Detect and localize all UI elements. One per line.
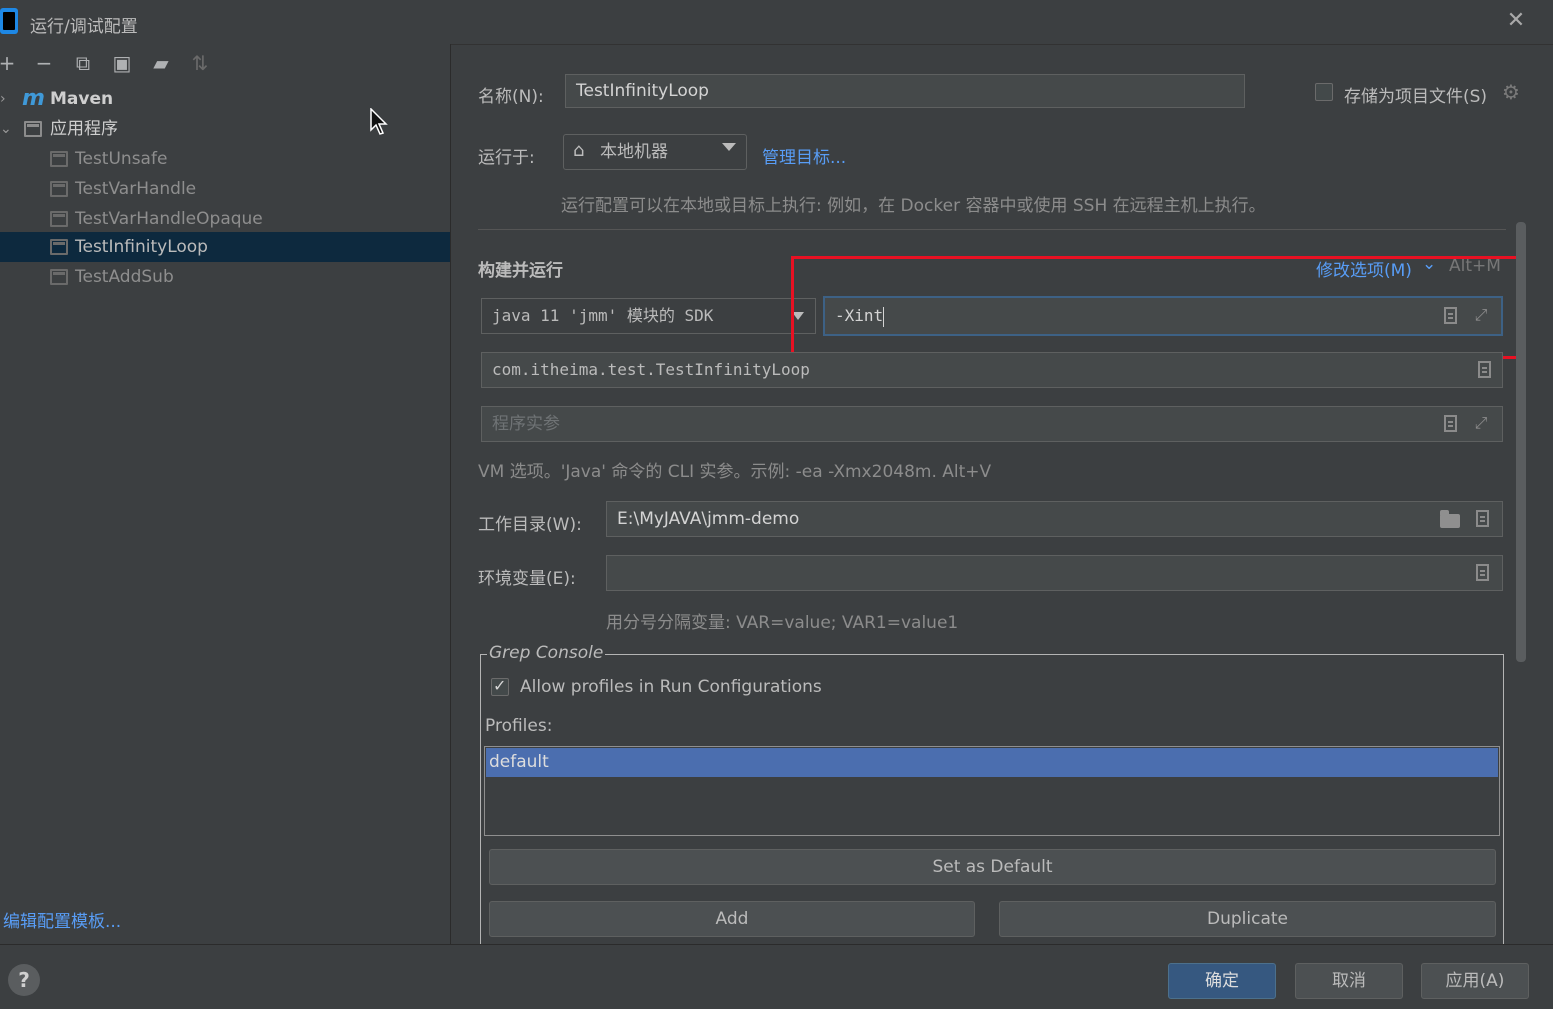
allow-profiles-label: Allow profiles in Run Configurations — [520, 677, 822, 697]
env-label: 环境变量(E): — [478, 569, 576, 589]
document-icon[interactable] — [1478, 361, 1491, 378]
tree-item[interactable]: TestAddSub — [0, 262, 450, 292]
tree-item[interactable]: TestVarHandle — [0, 174, 450, 204]
intellij-app-icon — [0, 8, 18, 34]
sort-icon[interactable]: ⇅ — [189, 52, 211, 74]
name-label: 名称(N): — [478, 87, 544, 107]
highlight-annotation — [791, 256, 1523, 359]
edit-templates-link[interactable]: 编辑配置模板... — [3, 907, 121, 932]
application-config-icon — [50, 239, 68, 255]
manage-targets-link[interactable]: 管理目标... — [762, 143, 846, 168]
tree-label: TestAddSub — [75, 267, 174, 287]
home-icon: ⌂ — [573, 140, 585, 161]
tree-label: TestUnsafe — [75, 149, 168, 169]
tree-item[interactable]: TestUnsafe — [0, 144, 450, 174]
application-config-icon — [50, 211, 68, 227]
application-config-icon — [50, 151, 68, 167]
copy-icon[interactable]: ⧉ — [72, 52, 94, 74]
chevron-down-icon[interactable] — [722, 143, 736, 151]
document-icon[interactable] — [1476, 510, 1489, 527]
tree-item-selected[interactable]: TestInfinityLoop — [0, 232, 450, 262]
chevron-right-icon[interactable]: › — [0, 84, 14, 114]
tree-label: TestVarHandle — [75, 179, 197, 199]
name-input[interactable]: TestInfinityLoop — [565, 74, 1245, 108]
scrollbar[interactable] — [1516, 222, 1526, 662]
profiles-label: Profiles: — [485, 716, 553, 736]
vm-options-hint: VM 选项。'Java' 命令的 CLI 实参。示例: -ea -Xmx2048… — [478, 462, 992, 482]
title-bar — [0, 0, 1553, 45]
expand-icon[interactable]: ⤢ — [1472, 414, 1490, 432]
tree-label: 应用程序 — [50, 119, 118, 139]
tree-label: Maven — [50, 89, 114, 109]
run-on-value: 本地机器 — [600, 142, 668, 162]
main-class-input[interactable]: com.itheima.test.TestInfinityLoop — [481, 352, 1503, 388]
ok-button[interactable]: 确定 — [1168, 963, 1276, 999]
apply-button[interactable]: 应用(A) — [1421, 963, 1529, 999]
separator — [478, 229, 1506, 230]
build-run-title: 构建并运行 — [478, 261, 563, 281]
gear-icon[interactable]: ⚙ — [1502, 80, 1520, 104]
set-as-default-button[interactable]: Set as Default — [489, 849, 1496, 885]
store-as-project-file-label: 存储为项目文件(S) — [1344, 87, 1488, 107]
env-hint: 用分号分隔变量: VAR=value; VAR1=value1 — [606, 613, 959, 633]
duplicate-button[interactable]: Duplicate — [999, 901, 1496, 937]
config-tree-panel: + − ⧉ ▣ ▰ ⇅ › m Maven ⌄ 应用程序 TestUnsafe … — [0, 44, 451, 944]
allow-profiles-checkbox[interactable] — [491, 676, 509, 696]
maven-icon: m — [22, 86, 45, 111]
run-on-dropdown[interactable]: 本地机器 — [563, 134, 747, 170]
help-button[interactable]: ? — [8, 964, 40, 996]
sdk-dropdown[interactable]: java 11 'jmm' 模块的 SDK — [481, 298, 816, 334]
add-icon[interactable]: + — [0, 52, 18, 74]
add-button[interactable]: Add — [489, 901, 975, 937]
workdir-input[interactable]: E:\MyJAVA\jmm-demo — [606, 501, 1503, 537]
save-icon[interactable]: ▣ — [111, 52, 133, 74]
tree-label: TestInfinityLoop — [75, 237, 208, 257]
env-input[interactable] — [606, 555, 1503, 591]
document-icon[interactable] — [1444, 415, 1457, 432]
new-folder-icon[interactable]: ▰ — [150, 52, 172, 74]
program-args-input[interactable]: 程序实参 — [481, 406, 1503, 442]
list-item[interactable]: default — [486, 748, 1498, 777]
remove-icon[interactable]: − — [33, 52, 55, 74]
tree-item[interactable]: TestVarHandleOpaque — [0, 204, 450, 234]
application-icon — [24, 121, 42, 137]
folder-icon[interactable] — [1440, 510, 1460, 528]
mouse-cursor-icon — [370, 108, 388, 135]
run-on-label: 运行于: — [478, 148, 535, 168]
window-title: 运行/调试配置 — [30, 17, 138, 37]
cancel-button[interactable]: 取消 — [1295, 963, 1403, 999]
document-icon[interactable] — [1476, 564, 1489, 581]
chevron-down-icon[interactable]: ⌄ — [0, 114, 14, 144]
application-config-icon — [50, 269, 68, 285]
tree-label: TestVarHandleOpaque — [75, 209, 263, 229]
workdir-label: 工作目录(W): — [478, 515, 582, 535]
run-on-hint: 运行配置可以在本地或目标上执行: 例如，在 Docker 容器中或使用 SSH … — [561, 196, 1266, 216]
application-config-icon — [50, 181, 68, 197]
close-icon[interactable]: ✕ — [1503, 8, 1529, 34]
sdk-value: java 11 'jmm' 模块的 SDK — [492, 306, 714, 325]
grep-console-title: Grep Console — [487, 643, 606, 663]
store-as-project-file-checkbox[interactable] — [1315, 83, 1333, 101]
